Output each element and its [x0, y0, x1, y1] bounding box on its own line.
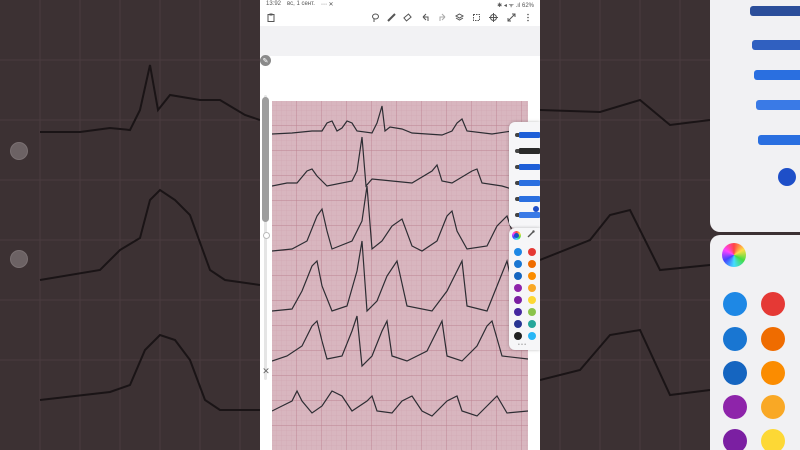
- pen-body: [519, 164, 540, 170]
- pencil-icon[interactable]: [384, 10, 398, 24]
- pen-body: [519, 196, 540, 202]
- color-swatch[interactable]: [528, 296, 536, 304]
- color-swatch[interactable]: [514, 320, 522, 328]
- toolbar: [260, 8, 540, 26]
- color-swatch[interactable]: [514, 332, 522, 340]
- pen-ballpoint-pen[interactable]: [515, 164, 540, 170]
- scrollbar-thumb[interactable]: [262, 97, 269, 222]
- close-icon[interactable]: ✕: [261, 366, 271, 376]
- color-swatch[interactable]: [528, 260, 536, 268]
- color-panel: • • •: [509, 228, 540, 350]
- color-swatch[interactable]: [528, 308, 536, 316]
- pen-marker[interactable]: [515, 196, 540, 202]
- pen-body: [519, 148, 540, 154]
- background-left: [0, 0, 260, 450]
- pen-brush[interactable]: [515, 180, 540, 186]
- color-swatch[interactable]: [514, 260, 522, 268]
- pen-panel: [509, 122, 540, 228]
- status-time: 13:92: [266, 1, 282, 7]
- ecg-image: [272, 101, 528, 450]
- eraser-icon[interactable]: [400, 10, 414, 24]
- color-swatch[interactable]: [514, 272, 522, 280]
- lasso-icon[interactable]: [368, 10, 382, 24]
- background-knob: [10, 250, 28, 268]
- pen-body: [519, 212, 540, 218]
- background-pen-panel: [710, 0, 800, 232]
- color-swatch[interactable]: [514, 308, 522, 316]
- color-swatch[interactable]: [528, 248, 536, 256]
- background-right: [540, 0, 800, 450]
- expand-icon[interactable]: [504, 10, 518, 24]
- page-header-band: [260, 26, 540, 56]
- color-pager[interactable]: • • •: [518, 342, 526, 348]
- pen-highlighter[interactable]: [515, 212, 540, 218]
- notification-icons: ⋯ ✕: [320, 2, 334, 8]
- color-swatch[interactable]: [528, 332, 536, 340]
- redo-icon[interactable]: [435, 10, 449, 24]
- background-knob: [10, 142, 28, 160]
- selected-pen-indicator: [533, 206, 539, 212]
- status-date: вс, 1 сент.: [287, 1, 315, 7]
- eyedropper-icon[interactable]: [527, 230, 535, 240]
- clipboard-icon[interactable]: [264, 10, 278, 24]
- color-swatch[interactable]: [514, 248, 522, 256]
- pen-body: [519, 180, 540, 186]
- scrollbar-marker[interactable]: [263, 232, 270, 239]
- color-swatch[interactable]: [528, 272, 536, 280]
- color-swatch[interactable]: [514, 296, 522, 304]
- ecg-trace: [272, 101, 528, 450]
- move-icon[interactable]: [486, 10, 500, 24]
- background-color-panel: [710, 235, 800, 450]
- pen-mode-icon[interactable]: ✎: [260, 55, 271, 66]
- color-swatch[interactable]: [528, 284, 536, 292]
- pen-fountain-pen[interactable]: [515, 148, 540, 154]
- pen-pencil[interactable]: [515, 132, 540, 138]
- color-swatch[interactable]: [514, 284, 522, 292]
- layers-icon[interactable]: [452, 10, 466, 24]
- background-ecg-left: [0, 0, 260, 450]
- color-wheel-icon[interactable]: [512, 231, 521, 240]
- pen-body: [519, 132, 540, 138]
- more-icon[interactable]: [521, 10, 535, 24]
- color-swatch[interactable]: [528, 320, 536, 328]
- crop-icon[interactable]: [469, 10, 483, 24]
- phone-screen: 13:92 вс, 1 сент. ⋯ ✕ ✱ ◂ ᯤ .ıl 62% ✎ ✕ …: [260, 0, 540, 450]
- page-scrollbar[interactable]: [262, 95, 270, 380]
- undo-icon[interactable]: [418, 10, 432, 24]
